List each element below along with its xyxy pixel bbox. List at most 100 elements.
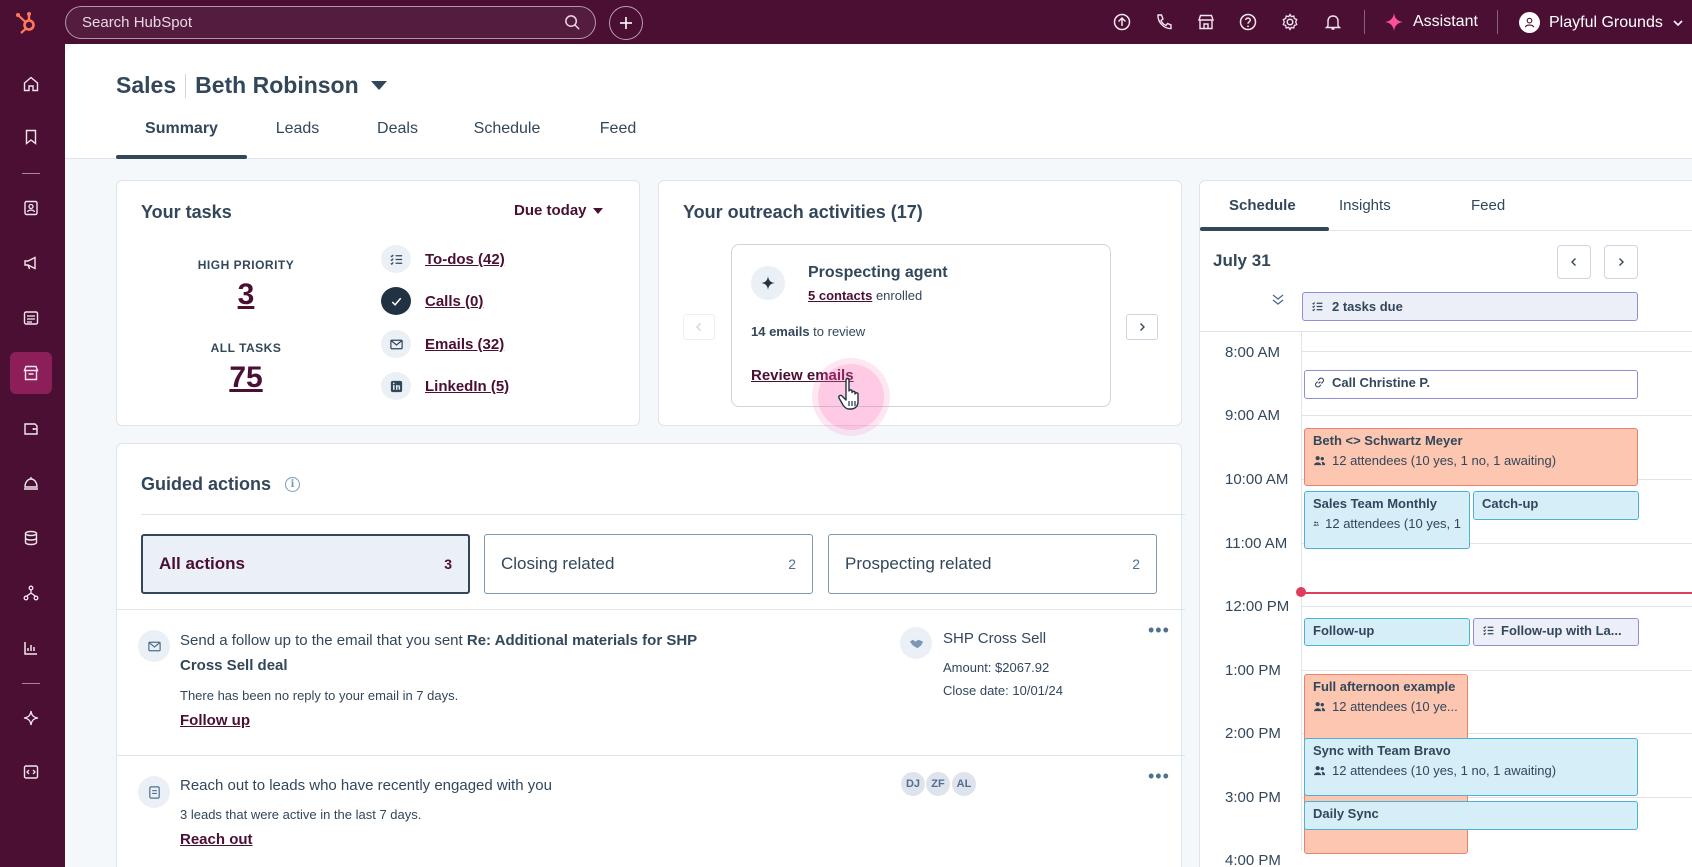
link-icon	[1314, 377, 1325, 388]
calls-link[interactable]: Calls (0)	[425, 293, 483, 310]
chevron-left-icon[interactable]	[1557, 245, 1591, 279]
automation-icon[interactable]	[10, 572, 52, 614]
tab-feed[interactable]: Feed	[1471, 197, 1505, 214]
commerce-icon[interactable]	[10, 407, 52, 449]
email-icon	[138, 630, 170, 662]
search-icon[interactable]	[564, 14, 581, 31]
tab-insights[interactable]: Insights	[1339, 197, 1391, 214]
contacts-link[interactable]: 5 contacts	[808, 288, 872, 303]
tasks-title: Your tasks	[141, 202, 232, 222]
filter-count: 2	[788, 556, 796, 572]
current-time-dot	[1296, 587, 1306, 597]
agent-enrollment: 5 contacts enrolled	[808, 288, 922, 303]
checklist-icon	[381, 245, 411, 273]
all-day-tasks[interactable]: 2 tasks due	[1302, 292, 1638, 321]
sales-workspace-icon[interactable]	[10, 352, 52, 394]
outreach-title: Your outreach activities (17)	[683, 202, 923, 222]
event-title: Daily Sync	[1313, 806, 1379, 821]
more-options-icon[interactable]: •••	[1148, 766, 1170, 787]
high-priority-label: HIGH PRIORITY	[197, 258, 295, 272]
tab-leads[interactable]: Leads	[247, 120, 348, 159]
workspace-section: Sales	[116, 72, 177, 98]
filter-closing-related[interactable]: Closing related 2	[484, 534, 813, 594]
due-filter-label: Due today	[514, 202, 587, 219]
phone-icon[interactable]	[1154, 12, 1174, 32]
all-day-label: 2 tasks due	[1332, 299, 1403, 314]
home-icon[interactable]	[10, 63, 52, 105]
content-icon[interactable]	[10, 297, 52, 339]
calendar-event[interactable]: Follow-up	[1304, 618, 1470, 646]
calendar-event[interactable]: Sales Team Monthly 12 attendees (10 yes,…	[1304, 491, 1470, 549]
avatar[interactable]: ZF	[925, 771, 951, 797]
emails-link-row[interactable]: Emails (32)	[381, 330, 504, 358]
more-options-icon[interactable]: •••	[1148, 620, 1170, 641]
tab-schedule[interactable]: Schedule	[447, 120, 567, 159]
breeze-sparkle-icon[interactable]	[10, 697, 52, 739]
reach-out-link[interactable]: Reach out	[180, 831, 253, 848]
tab-summary[interactable]: Summary	[116, 120, 247, 159]
upgrade-icon[interactable]	[1112, 12, 1132, 32]
contacts-icon[interactable]	[10, 187, 52, 229]
settings-icon[interactable]	[1280, 12, 1300, 32]
account-menu[interactable]: Playful Grounds	[1519, 12, 1684, 33]
event-title: Full afternoon example	[1313, 679, 1456, 694]
all-tasks-count[interactable]: 75	[146, 361, 346, 395]
marketing-icon[interactable]	[10, 242, 52, 284]
info-icon[interactable]: i	[285, 477, 301, 492]
outreach-card: Your outreach activities (17) Prospectin…	[658, 180, 1182, 430]
divider	[141, 514, 1185, 515]
avatar[interactable]: DJ	[900, 771, 926, 797]
tab-deals[interactable]: Deals	[348, 120, 447, 159]
hour-label: 2:00 PM	[1225, 725, 1281, 742]
chevron-right-icon[interactable]	[1604, 245, 1638, 279]
hour-line	[1301, 415, 1692, 416]
high-priority-count[interactable]: 3	[146, 278, 346, 312]
collapse-chevrons-icon[interactable]	[1270, 291, 1286, 307]
data-management-icon[interactable]	[10, 517, 52, 559]
bookmark-icon[interactable]	[10, 116, 52, 158]
avatar[interactable]: AL	[951, 771, 977, 797]
filter-prospecting-related[interactable]: Prospecting related 2	[828, 534, 1157, 594]
calendar-event[interactable]: Sync with Team Bravo 12 attendees (10 ye…	[1304, 738, 1638, 796]
hour-label: 9:00 AM	[1225, 407, 1281, 424]
owner-name[interactable]: Beth Robinson	[195, 72, 359, 99]
create-new-button[interactable]	[609, 6, 643, 40]
due-filter-dropdown[interactable]: Due today	[514, 202, 603, 219]
assistant-button[interactable]: Assistant	[1384, 12, 1478, 32]
chevron-right-icon[interactable]	[1126, 314, 1158, 340]
calendar-event[interactable]: Follow-up with La...	[1473, 618, 1639, 646]
emails-link[interactable]: Emails (32)	[425, 336, 504, 353]
hour-label: 11:00 AM	[1225, 535, 1288, 552]
calls-link-row[interactable]: Calls (0)	[381, 287, 483, 315]
attendees-icon	[1313, 521, 1319, 526]
chevron-left-icon[interactable]	[683, 314, 715, 340]
checklist-icon	[1483, 626, 1494, 636]
deal-name[interactable]: SHP Cross Sell	[943, 630, 1046, 647]
contact-card-icon	[138, 776, 170, 808]
calendar-event[interactable]: Call Christine P.	[1304, 370, 1638, 399]
bell-icon[interactable]	[1323, 12, 1343, 32]
marketplace-icon[interactable]	[1196, 12, 1216, 32]
help-icon[interactable]	[1238, 12, 1258, 32]
calendar-event[interactable]: Catch-up	[1473, 491, 1639, 520]
todos-link-row[interactable]: To-dos (42)	[381, 245, 505, 273]
current-time-line	[1301, 592, 1692, 594]
top-navigation-bar: Search HubSpot Assistant Playful Grounds	[0, 0, 1692, 44]
hubspot-logo-icon[interactable]	[14, 10, 40, 36]
linkedin-link[interactable]: LinkedIn (5)	[425, 378, 509, 395]
sidebar-divider	[22, 173, 40, 174]
linkedin-link-row[interactable]: LinkedIn (5)	[381, 372, 509, 400]
reporting-icon[interactable]	[10, 627, 52, 669]
calendar-event[interactable]: Beth <> Schwartz Meyer 12 attendees (10 …	[1304, 428, 1638, 486]
tab-feed[interactable]: Feed	[567, 120, 669, 159]
follow-up-link[interactable]: Follow up	[180, 712, 250, 729]
calendar-event[interactable]: Daily Sync	[1304, 801, 1638, 830]
developer-icon[interactable]	[10, 751, 52, 793]
search-input[interactable]: Search HubSpot	[65, 6, 596, 39]
todos-link[interactable]: To-dos (42)	[425, 251, 505, 268]
tab-schedule[interactable]: Schedule	[1229, 197, 1296, 214]
filter-label: Prospecting related	[845, 554, 992, 573]
filter-all-actions[interactable]: All actions 3	[141, 534, 470, 594]
owner-dropdown-caret-icon[interactable]	[370, 81, 387, 90]
service-icon[interactable]	[10, 462, 52, 504]
